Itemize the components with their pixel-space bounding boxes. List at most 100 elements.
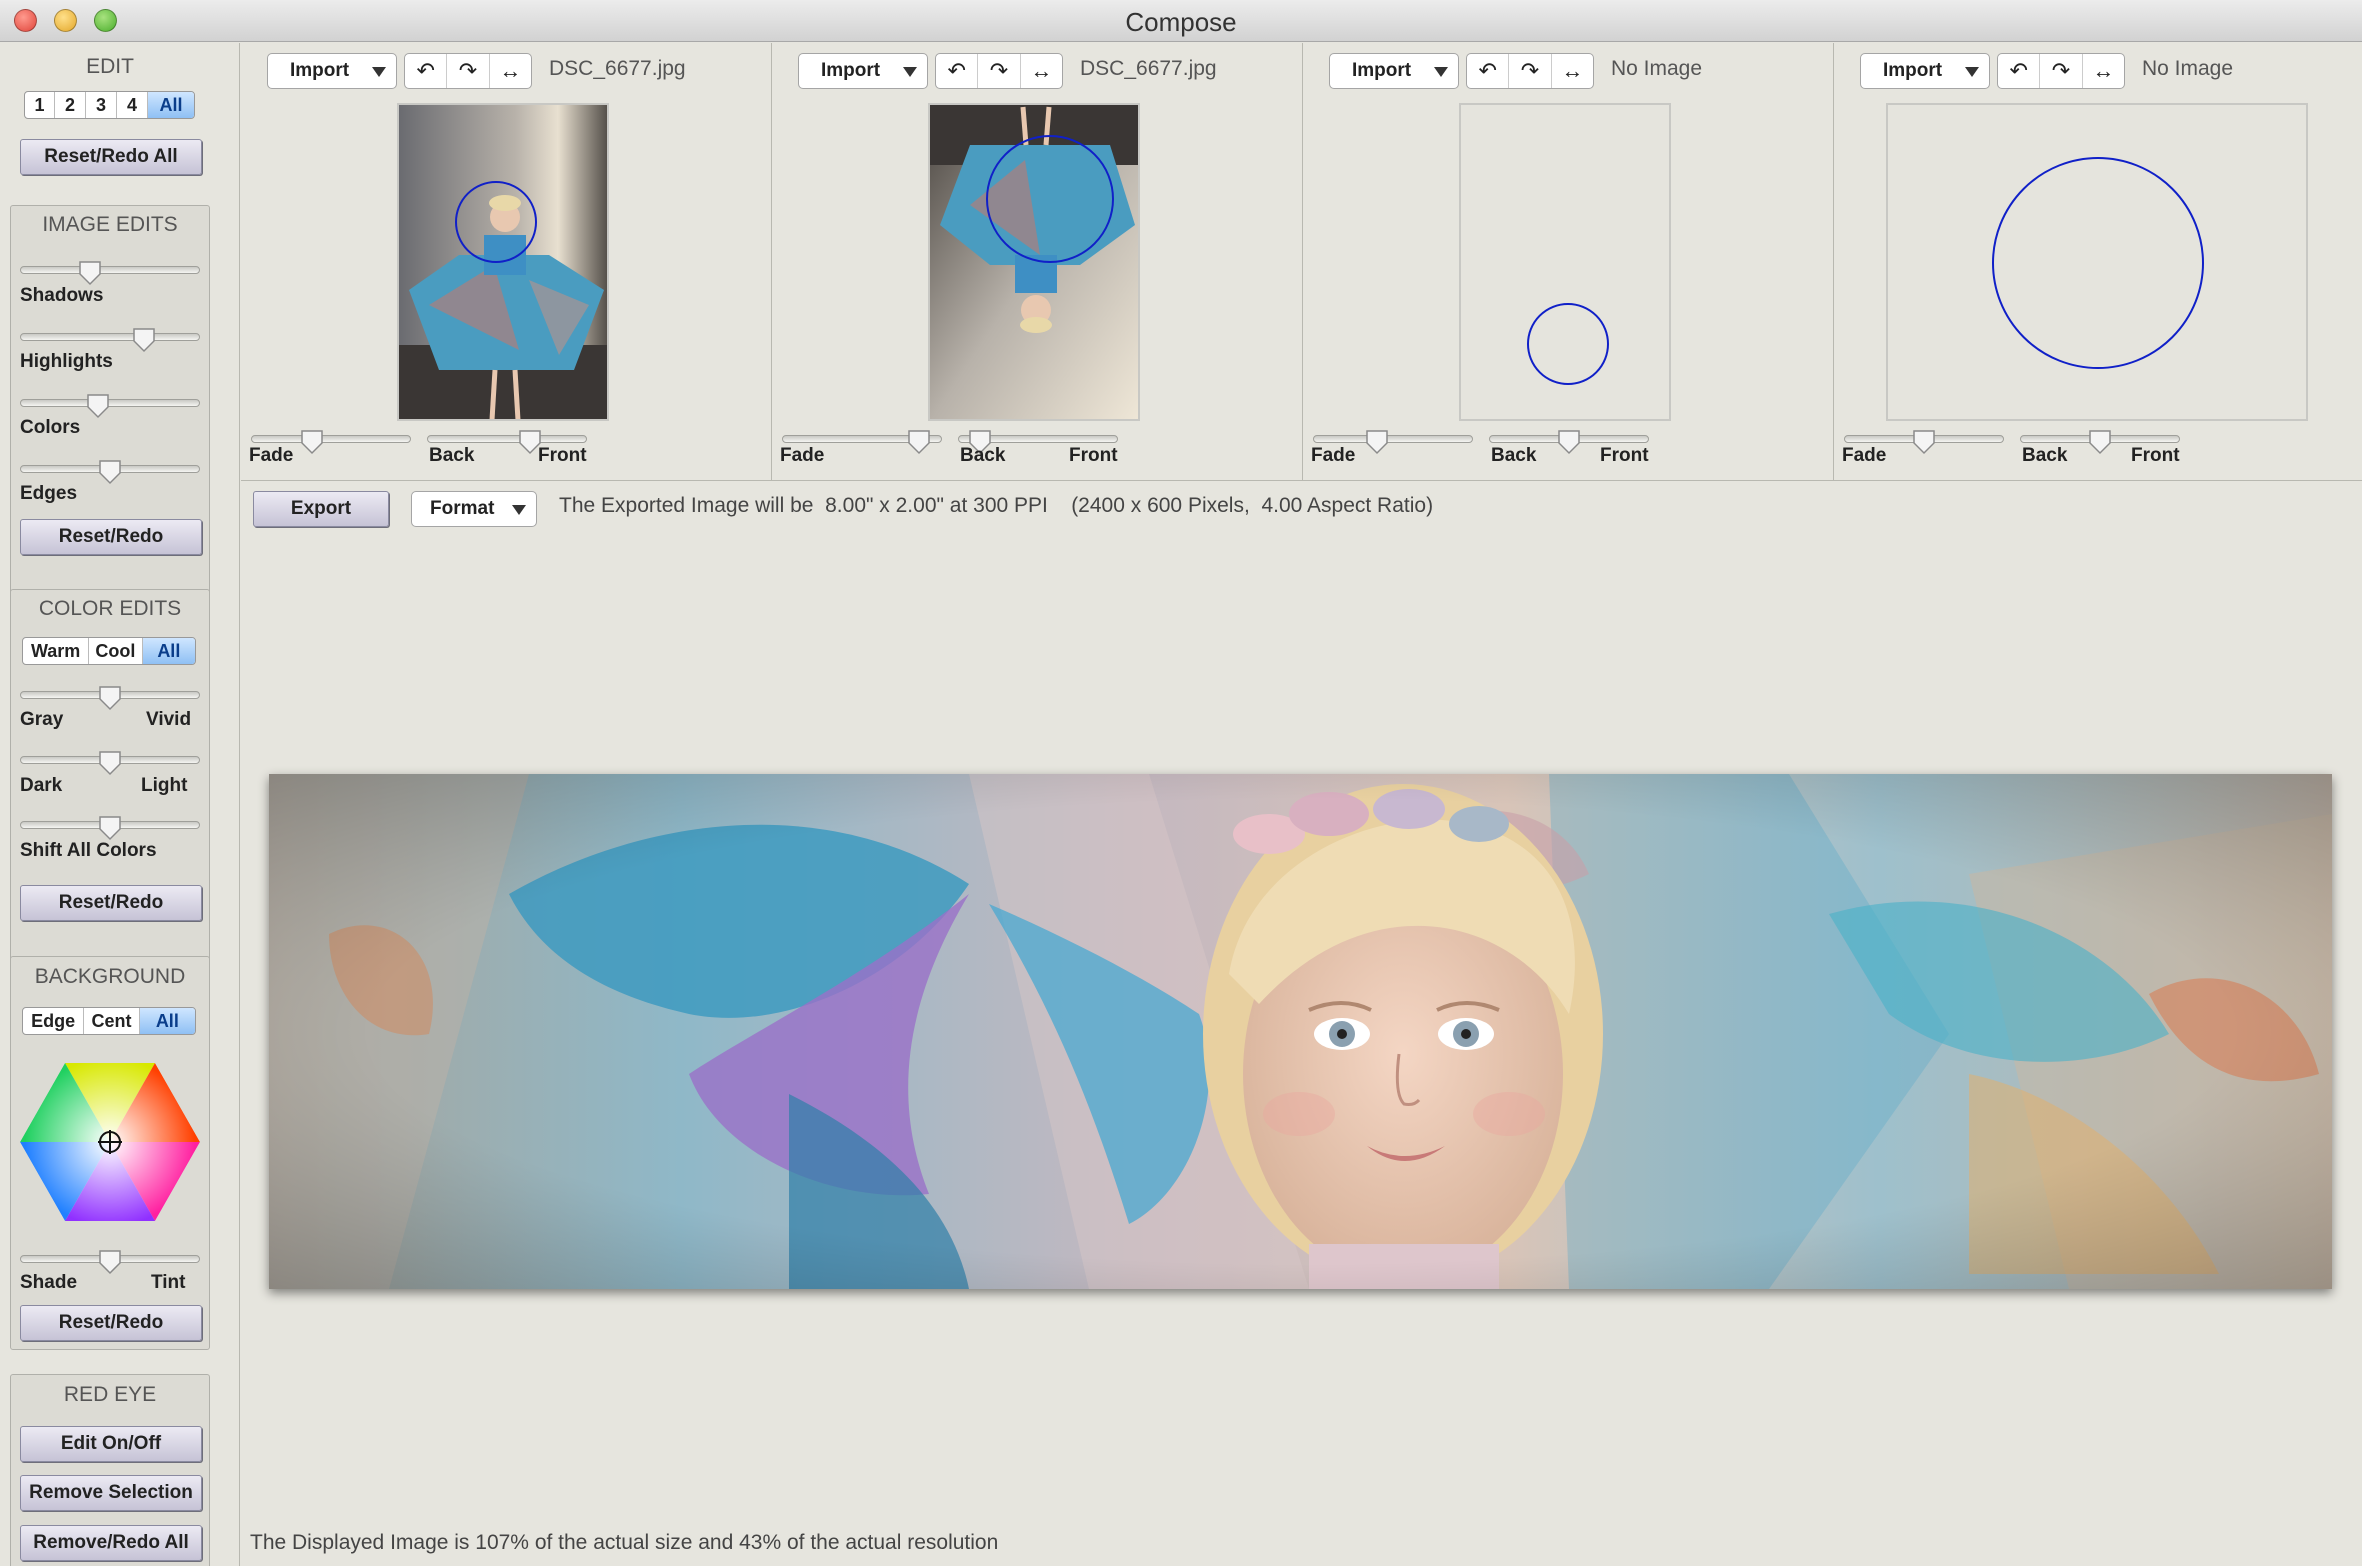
chevron-down-icon [372, 67, 386, 77]
import-dropdown[interactable]: Import [798, 53, 928, 89]
rotate-right-icon[interactable]: ↷ [2040, 54, 2083, 88]
image-panels: Import ↶ ↷ ↔ DSC_6677.jpg Fade Back Fron… [241, 43, 2362, 481]
color-edits-title: COLOR EDITS [38, 597, 182, 620]
focus-circle[interactable] [1527, 303, 1609, 385]
import-dropdown[interactable]: Import [267, 53, 397, 89]
slider-thumb[interactable] [98, 815, 122, 841]
file-name: No Image [2142, 57, 2234, 80]
slider-thumb[interactable] [98, 750, 122, 776]
rotate-left-icon[interactable]: ↶ [936, 54, 979, 88]
empty-image-slot[interactable] [1459, 103, 1671, 421]
fade-slider-thumb[interactable] [300, 429, 324, 455]
background-tab-all[interactable]: All [139, 1008, 195, 1034]
depth-slider-thumb[interactable] [1557, 429, 1581, 455]
edit-section-title: EDIT [86, 55, 134, 78]
color-tab-cool[interactable]: Cool [89, 638, 143, 664]
image-panel-4: Import ↶ ↷ ↔ No Image Fade Back Front [1834, 43, 2362, 480]
fade-slider-thumb[interactable] [1912, 429, 1936, 455]
edit-target-selector: 1 2 3 4 All [24, 91, 195, 119]
rotate-left-icon[interactable]: ↶ [1998, 54, 2041, 88]
light-label: Light [141, 775, 188, 796]
fade-label: Fade [1842, 445, 1887, 466]
focus-circle[interactable] [1992, 157, 2204, 369]
background-tab-edge[interactable]: Edge [23, 1008, 85, 1034]
fade-label: Fade [249, 445, 294, 466]
import-dropdown[interactable]: Import [1329, 53, 1459, 89]
color-wheel[interactable] [20, 1063, 200, 1221]
flip-horizontal-icon[interactable]: ↔ [2083, 54, 2124, 88]
shadows-label: Shadows [20, 285, 104, 306]
empty-image-slot[interactable] [1886, 103, 2308, 421]
color-tab-warm[interactable]: Warm [23, 638, 90, 664]
chevron-down-icon [1965, 67, 1979, 77]
flip-horizontal-icon[interactable]: ↔ [1021, 54, 1062, 88]
export-button[interactable]: Export [253, 491, 389, 527]
format-dropdown[interactable]: Format [411, 491, 537, 527]
red-eye-edit-toggle-button[interactable]: Edit On/Off [20, 1426, 202, 1462]
color-edits-reset-button[interactable]: Reset/Redo [20, 885, 202, 921]
import-label: Import [290, 60, 350, 81]
reset-redo-all-button[interactable]: Reset/Redo All [20, 139, 202, 175]
image-thumbnail[interactable] [397, 103, 609, 421]
remove-selection-button[interactable]: Remove Selection [20, 1475, 202, 1511]
slider-thumb[interactable] [98, 459, 122, 485]
slider-track [20, 399, 200, 407]
import-dropdown[interactable]: Import [1860, 53, 1990, 89]
front-label: Front [1069, 445, 1118, 466]
fade-slider-track [251, 435, 411, 443]
depth-slider-track [427, 435, 587, 443]
image-thumbnail[interactable] [928, 103, 1140, 421]
image-panel-3: Import ↶ ↷ ↔ No Image Fade Back Front [1303, 43, 1834, 480]
import-label: Import [1883, 60, 1943, 81]
fade-label: Fade [1311, 445, 1356, 466]
slider-track [20, 266, 200, 274]
front-label: Front [2131, 445, 2180, 466]
slider-thumb[interactable] [86, 393, 110, 419]
status-bar-text: The Displayed Image is 107% of the actua… [250, 1531, 999, 1554]
color-target-selector: Warm Cool All [22, 637, 196, 665]
color-tab-all[interactable]: All [142, 638, 195, 664]
edit-tab-3[interactable]: 3 [86, 92, 117, 118]
file-name: DSC_6677.jpg [549, 57, 686, 80]
composed-image[interactable] [269, 774, 2332, 1289]
fade-slider-track [1313, 435, 1473, 443]
front-label: Front [1600, 445, 1649, 466]
fade-slider-thumb[interactable] [1365, 429, 1389, 455]
colors-label: Colors [20, 417, 81, 438]
rotate-right-icon[interactable]: ↷ [978, 54, 1021, 88]
depth-slider-thumb[interactable] [2088, 429, 2112, 455]
edit-tab-2[interactable]: 2 [55, 92, 86, 118]
remove-redo-all-button[interactable]: Remove/Redo All [20, 1525, 202, 1561]
edit-tab-1[interactable]: 1 [25, 92, 55, 118]
front-label: Front [538, 445, 587, 466]
background-tab-cent[interactable]: Cent [84, 1008, 140, 1034]
slider-thumb[interactable] [98, 1249, 122, 1275]
shift-all-colors-label: Shift All Colors [20, 840, 157, 861]
rotate-left-icon[interactable]: ↶ [1467, 54, 1510, 88]
gray-label: Gray [20, 709, 64, 730]
background-reset-button[interactable]: Reset/Redo [20, 1305, 202, 1341]
slider-thumb[interactable] [132, 327, 156, 353]
rotate-left-icon[interactable]: ↶ [405, 54, 448, 88]
image-edits-reset-button[interactable]: Reset/Redo [20, 519, 202, 555]
tint-label: Tint [151, 1272, 186, 1293]
rotate-right-icon[interactable]: ↷ [1509, 54, 1552, 88]
chevron-down-icon [1434, 67, 1448, 77]
slider-thumb[interactable] [78, 260, 102, 286]
rotate-right-icon[interactable]: ↷ [447, 54, 490, 88]
transform-buttons: ↶ ↷ ↔ [935, 53, 1063, 89]
fade-slider-thumb[interactable] [907, 429, 931, 455]
edges-label: Edges [20, 483, 78, 504]
red-eye-title: RED EYE [63, 1383, 157, 1406]
focus-circle[interactable] [986, 135, 1114, 263]
edit-tab-all[interactable]: All [148, 92, 194, 118]
sidebar: EDIT 1 2 3 4 All Reset/Redo All IMAGE ED… [0, 43, 240, 1566]
focus-circle[interactable] [455, 181, 537, 263]
edit-tab-4[interactable]: 4 [117, 92, 148, 118]
back-label: Back [1491, 445, 1537, 466]
back-label: Back [429, 445, 475, 466]
slider-thumb[interactable] [98, 685, 122, 711]
image-panel-2: Import ↶ ↷ ↔ DSC_6677.jpg Fade Back Fron… [772, 43, 1303, 480]
flip-horizontal-icon[interactable]: ↔ [490, 54, 531, 88]
flip-horizontal-icon[interactable]: ↔ [1552, 54, 1593, 88]
